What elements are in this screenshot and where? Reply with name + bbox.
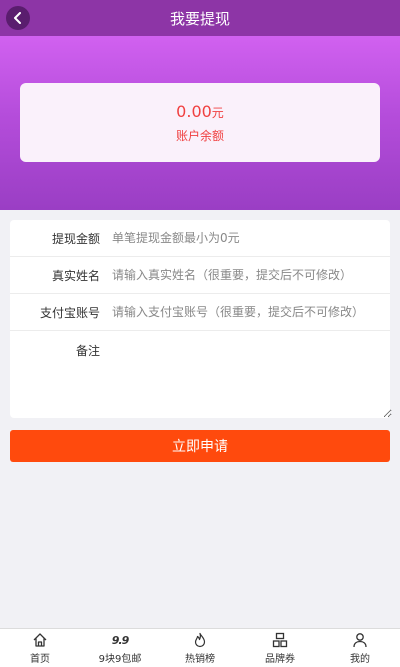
amount-row: 提现金额 [10, 220, 390, 257]
name-row: 真实姓名 [10, 257, 390, 294]
chevron-left-icon [14, 12, 21, 24]
nine-nine-icon: 9.9 [111, 633, 129, 647]
tab-brand-label: 品牌券 [265, 654, 295, 665]
balance-amount: 0.00元 [176, 102, 224, 123]
withdraw-form: 提现金额 真实姓名 支付宝账号 备注 [10, 220, 392, 418]
flame-icon [192, 631, 208, 649]
tab-home-label: 首页 [30, 654, 50, 665]
tab-brand[interactable]: 品牌券 [240, 629, 320, 667]
balance-unit: 元 [211, 105, 224, 120]
back-button[interactable] [6, 6, 30, 30]
balance-label: 账户余额 [175, 128, 224, 143]
real-name-input[interactable] [110, 267, 390, 283]
bottom-tab-bar: 首页 9.9 9块9包邮 热销榜 品牌券 我的 [0, 628, 400, 667]
balance-value: 0.00 [176, 101, 212, 121]
balance-card: 0.00元 账户余额 [20, 83, 380, 162]
user-icon [352, 631, 368, 649]
note-textarea[interactable] [110, 336, 392, 418]
page-title: 我要提现 [169, 9, 230, 28]
name-label: 真实姓名 [51, 268, 100, 283]
tab-hot-label: 热销榜 [185, 654, 215, 665]
tab-nine-nine[interactable]: 9.9 9块9包邮 [80, 629, 160, 667]
home-icon [32, 631, 48, 649]
tab-nine-nine-label: 9块9包邮 [98, 654, 142, 665]
tab-mine[interactable]: 我的 [320, 629, 400, 667]
amount-label: 提现金额 [51, 231, 100, 246]
brand-icon [272, 631, 288, 649]
tab-mine-label: 我的 [350, 654, 370, 665]
note-label: 备注 [75, 344, 100, 358]
header-bar: 我要提现 [0, 0, 400, 36]
tab-home[interactable]: 首页 [0, 629, 80, 667]
alipay-row: 支付宝账号 [10, 294, 390, 331]
amount-input[interactable] [110, 230, 390, 246]
alipay-account-input[interactable] [110, 304, 390, 320]
alipay-label: 支付宝账号 [39, 305, 100, 320]
submit-button[interactable]: 立即申请 [10, 430, 390, 462]
tab-hot[interactable]: 热销榜 [160, 629, 240, 667]
